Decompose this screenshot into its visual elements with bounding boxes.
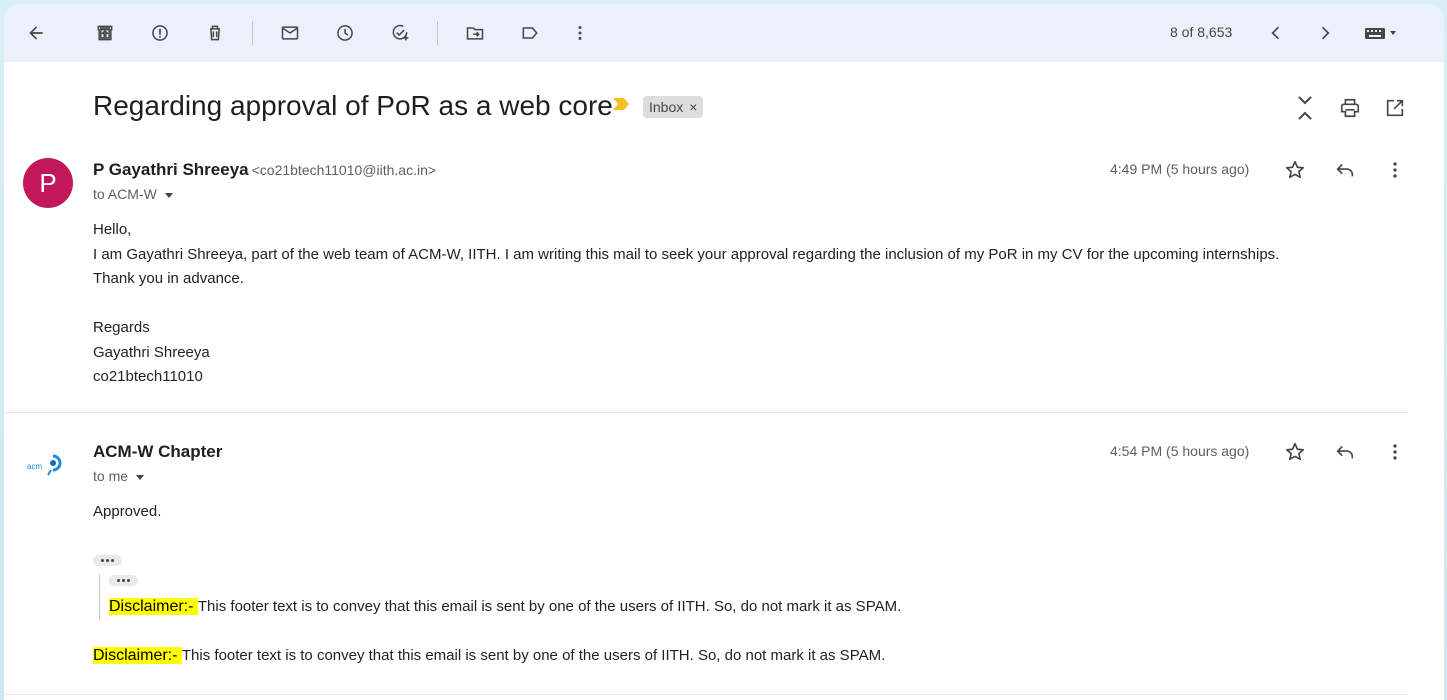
star-icon xyxy=(1285,442,1305,461)
recipients-line: to me xyxy=(93,468,145,484)
collapse-all-button[interactable] xyxy=(1288,91,1322,125)
more-vert-icon xyxy=(1393,162,1397,178)
collapse-all-icon xyxy=(1298,96,1312,120)
print-all-button[interactable] xyxy=(1333,91,1367,125)
keyboard-icon xyxy=(1365,28,1396,39)
body-line: co21btech11010 xyxy=(93,368,203,385)
report-spam-icon xyxy=(152,25,168,41)
show-trimmed-content-button[interactable] xyxy=(109,575,138,586)
body-line: Gayathri Shreeya xyxy=(93,343,210,361)
sender-header: P Gayathri Shreeya <co21btech11010@iith.a… xyxy=(93,160,436,180)
reply-button[interactable] xyxy=(1330,437,1360,467)
disclaimer-text: This footer text is to convey that this … xyxy=(181,647,886,664)
star-button[interactable] xyxy=(1280,155,1310,185)
sender-name[interactable]: P Gayathri Shreeya xyxy=(93,160,249,179)
open-in-new-icon xyxy=(1386,99,1404,117)
quoted-disclaimer: Disclaimer:- This footer text is to conv… xyxy=(109,598,901,616)
body-line: Approved. xyxy=(93,503,162,520)
more-options-button[interactable] xyxy=(560,13,600,53)
message-body: Approved. xyxy=(93,500,161,525)
body-line: Hello, xyxy=(93,221,132,238)
star-icon xyxy=(1285,160,1305,179)
body-line: I am Gayathri Shreeya, part of the web t… xyxy=(93,245,1280,263)
message-toolbar: 8 of 8,653 xyxy=(4,4,1444,62)
remove-label-button[interactable]: × xyxy=(689,99,697,115)
chevron-left-icon xyxy=(1271,26,1280,40)
star-button[interactable] xyxy=(1280,437,1310,467)
report-spam-button[interactable] xyxy=(140,13,180,53)
back-arrow-icon xyxy=(29,26,43,40)
older-button[interactable] xyxy=(1305,13,1345,53)
body-line: Regards xyxy=(93,319,150,336)
mark-unread-icon xyxy=(281,26,299,40)
message-time: 4:49 PM (5 hours ago) xyxy=(1110,161,1250,177)
quote-bar xyxy=(99,574,100,620)
add-task-button[interactable] xyxy=(380,13,420,53)
svg-text:acm: acm xyxy=(27,462,42,471)
message-count: 8 of 8,653 xyxy=(1170,24,1233,40)
body-line xyxy=(93,292,1279,317)
acm-w-logo[interactable]: acm xyxy=(23,444,73,484)
disclaimer-text: This footer text is to convey that this … xyxy=(197,598,902,615)
delete-icon xyxy=(210,25,220,41)
disclaimer-footer: Disclaimer:- This footer text is to conv… xyxy=(93,647,885,665)
thread-subject: Regarding approval of PoR as a web core xyxy=(93,90,613,121)
delete-button[interactable] xyxy=(195,13,235,53)
reply-icon xyxy=(1336,445,1354,459)
sender-header: ACM-W Chapter xyxy=(93,442,222,462)
message-more-button[interactable] xyxy=(1380,155,1410,185)
move-to-button[interactable] xyxy=(455,13,495,53)
sender-email: <co21btech11010@iith.ac.in> xyxy=(251,162,437,178)
sender-name[interactable]: ACM-W Chapter xyxy=(93,442,222,461)
recipients-line: to ACM-W xyxy=(93,186,173,202)
show-details-icon[interactable] xyxy=(164,192,173,198)
more-vert-icon xyxy=(1393,444,1397,460)
recipients-text: to me xyxy=(93,468,129,484)
show-details-icon[interactable] xyxy=(136,474,145,480)
archive-button[interactable] xyxy=(85,13,125,53)
message-divider xyxy=(4,412,1408,413)
message-body: Hello, I am Gayathri Shreeya, part of th… xyxy=(93,218,1279,390)
back-button[interactable] xyxy=(16,13,56,53)
print-icon xyxy=(1340,98,1360,118)
scrollbar[interactable] xyxy=(1428,62,1444,700)
archive-icon xyxy=(97,25,113,41)
chevron-right-icon xyxy=(1321,26,1330,40)
toolbar-separator xyxy=(437,21,438,45)
more-vert-icon xyxy=(578,26,582,40)
reply-button[interactable] xyxy=(1330,155,1360,185)
newer-button[interactable] xyxy=(1256,13,1296,53)
inbox-label-chip: Inbox × xyxy=(643,96,704,118)
message-more-button[interactable] xyxy=(1380,437,1410,467)
disclaimer-label: Disclaimer:- xyxy=(109,598,198,615)
label-button[interactable] xyxy=(510,13,550,53)
snooze-button[interactable] xyxy=(325,13,365,53)
message-divider xyxy=(4,694,1408,695)
avatar[interactable]: P xyxy=(23,158,73,208)
toolbar-separator xyxy=(252,21,253,45)
disclaimer-label: Disclaimer:- xyxy=(93,647,182,664)
show-trimmed-content-button[interactable] xyxy=(93,555,122,566)
recipients-text: to ACM-W xyxy=(93,186,157,202)
mark-unread-button[interactable] xyxy=(270,13,310,53)
move-to-icon xyxy=(466,27,484,40)
message-view-panel: 8 of 8,653 Regarding approval of PoR as … xyxy=(4,4,1444,700)
input-tools-button[interactable] xyxy=(1356,13,1406,53)
label-icon xyxy=(522,27,538,39)
inbox-label-text: Inbox xyxy=(649,99,684,115)
reply-icon xyxy=(1336,163,1354,177)
open-new-window-button[interactable] xyxy=(1378,91,1412,125)
body-line: Thank you in advance. xyxy=(93,270,244,287)
importance-marker-icon[interactable] xyxy=(612,97,630,116)
snooze-icon xyxy=(337,25,353,41)
add-task-icon xyxy=(392,24,409,41)
message-time: 4:54 PM (5 hours ago) xyxy=(1110,443,1250,459)
